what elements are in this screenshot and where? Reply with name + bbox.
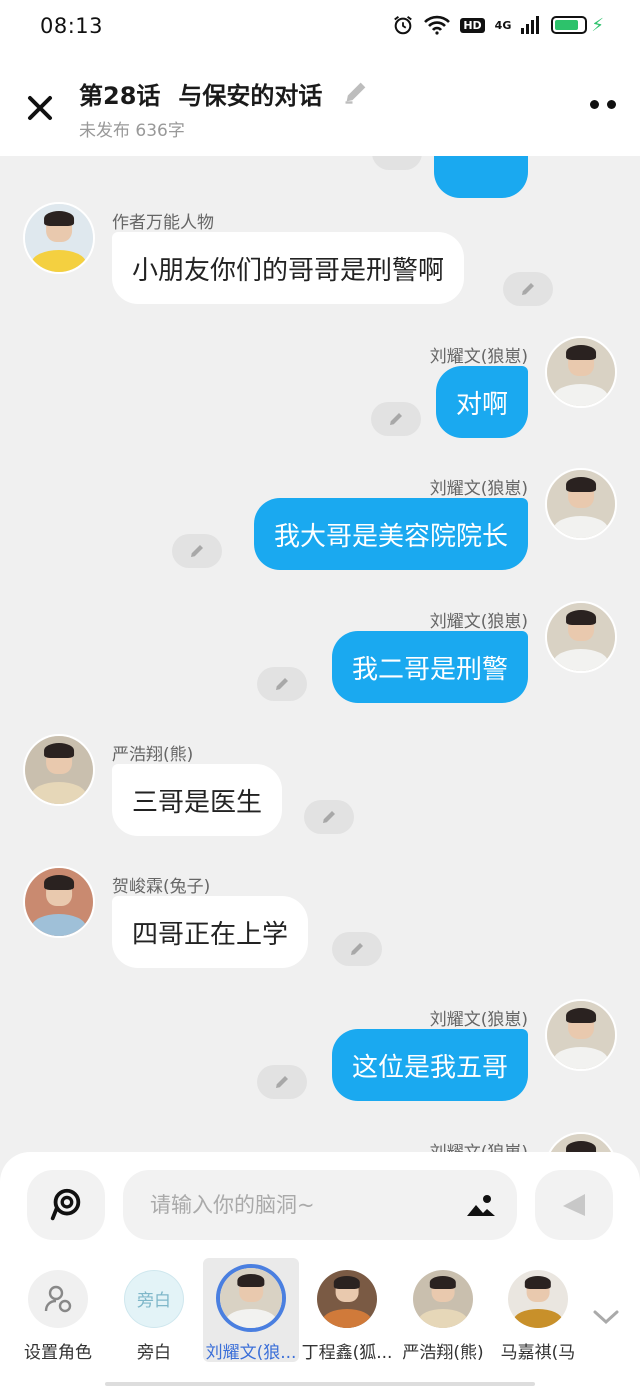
voice-button[interactable] bbox=[27, 1170, 105, 1240]
pencil-icon bbox=[522, 283, 534, 295]
user-settings-icon bbox=[44, 1285, 72, 1313]
avatar[interactable] bbox=[23, 202, 95, 274]
avatar[interactable] bbox=[545, 1132, 617, 1152]
sender-name: 作者万能人物 bbox=[112, 213, 214, 233]
sender-name: 刘耀文(狼崽) bbox=[429, 1010, 528, 1030]
battery-icon bbox=[551, 16, 588, 34]
pencil-icon bbox=[351, 943, 363, 955]
edit-title-button[interactable] bbox=[342, 78, 370, 110]
role-scrollbar[interactable] bbox=[105, 1382, 535, 1386]
sender-name: 刘耀文(狼崽) bbox=[429, 612, 528, 632]
sender-name: 严浩翔(熊) bbox=[112, 745, 194, 765]
edit-message-button[interactable] bbox=[257, 1065, 307, 1099]
edit-message-button[interactable] bbox=[332, 932, 382, 966]
composer-panel: 设置角色 旁白 旁白 刘耀文(狼... 丁程鑫(狐... 严浩翔(熊) bbox=[0, 1152, 640, 1387]
role-liu-yaowen[interactable]: 刘耀文(狼... bbox=[203, 1258, 299, 1362]
edit-message-button[interactable] bbox=[172, 534, 222, 568]
role-label: 丁程鑫(狐... bbox=[301, 1342, 393, 1362]
sender-name: 刘耀文(狼崽) bbox=[429, 347, 528, 367]
role-label: 严浩翔(熊) bbox=[402, 1342, 484, 1362]
more-dot bbox=[607, 100, 616, 109]
chat-bubble[interactable]: 这位是我五哥 bbox=[331, 1029, 528, 1101]
header: 第28话 与保安的对话 未发布 636字 bbox=[0, 56, 640, 156]
role-narrator[interactable]: 旁白 旁白 bbox=[106, 1258, 202, 1362]
episode-number: 第28话 bbox=[79, 82, 161, 110]
composer-input-box[interactable] bbox=[123, 1170, 517, 1240]
role-set-character[interactable]: 设置角色 bbox=[10, 1258, 106, 1362]
role-label: 马嘉祺(马 bbox=[500, 1342, 576, 1362]
role-selector: 设置角色 旁白 旁白 刘耀文(狼... 丁程鑫(狐... 严浩翔(熊) 马嘉祺(… bbox=[0, 1258, 640, 1368]
pencil-icon bbox=[345, 82, 366, 104]
sender-name: 贺峻霖(兔子) bbox=[112, 877, 211, 897]
sender-name: 刘耀文(狼崽) bbox=[429, 479, 528, 499]
status-icons: HD 4G ⚡ bbox=[392, 14, 604, 36]
image-button[interactable] bbox=[465, 1192, 497, 1224]
pencil-icon bbox=[276, 678, 288, 690]
role-avatar bbox=[508, 1270, 568, 1328]
role-ma-jiaqi[interactable]: 马嘉祺(马 bbox=[490, 1258, 586, 1362]
status-bar: 08:13 HD 4G ⚡ bbox=[0, 0, 640, 56]
avatar[interactable] bbox=[545, 601, 617, 673]
more-dot bbox=[590, 100, 599, 109]
role-avatar bbox=[216, 1264, 286, 1332]
publish-status: 未发布 636字 bbox=[79, 121, 185, 141]
role-avatar bbox=[317, 1270, 377, 1328]
expand-roles-button[interactable] bbox=[592, 1308, 620, 1330]
voice-icon bbox=[50, 1188, 81, 1221]
send-icon bbox=[563, 1194, 585, 1216]
wifi-icon bbox=[424, 15, 451, 35]
pencil-icon bbox=[276, 1076, 288, 1088]
hd-icon: HD bbox=[460, 17, 485, 33]
chat-bubble[interactable]: 三哥是医生 bbox=[112, 764, 283, 836]
edit-message-button[interactable] bbox=[371, 402, 421, 436]
chat-bubble-partial[interactable] bbox=[434, 156, 528, 198]
role-yan-haoxiang[interactable]: 严浩翔(熊) bbox=[395, 1258, 491, 1362]
pencil-icon bbox=[323, 811, 335, 823]
avatar[interactable] bbox=[545, 999, 617, 1071]
composer-input[interactable] bbox=[150, 1170, 450, 1240]
avatar[interactable] bbox=[23, 734, 95, 806]
alarm-icon bbox=[394, 15, 413, 35]
chevron-down-icon bbox=[593, 1310, 619, 1325]
chat-area[interactable]: 作者万能人物 小朋友你们的哥哥是刑警啊 刘耀文(狼崽) 对啊 刘耀文(狼崽) 我… bbox=[0, 156, 640, 1152]
pencil-icon bbox=[191, 545, 203, 557]
network-label: 4G bbox=[494, 18, 512, 32]
send-button[interactable] bbox=[535, 1170, 613, 1240]
sender-name: 刘耀文(狼崽) bbox=[430, 1138, 528, 1152]
avatar[interactable] bbox=[23, 866, 95, 938]
edit-message-button[interactable] bbox=[372, 156, 422, 170]
role-label: 刘耀文(狼... bbox=[205, 1342, 297, 1362]
role-avatar: 旁白 bbox=[124, 1270, 184, 1328]
chat-bubble[interactable]: 我二哥是刑警 bbox=[331, 631, 528, 703]
image-icon bbox=[467, 1195, 495, 1216]
page-title: 第28话 与保安的对话 bbox=[79, 76, 322, 111]
chat-bubble[interactable]: 四哥正在上学 bbox=[112, 896, 309, 968]
chat-bubble[interactable]: 小朋友你们的哥哥是刑警啊 bbox=[112, 232, 465, 304]
pencil-icon bbox=[390, 413, 402, 425]
role-label: 旁白 bbox=[137, 1342, 171, 1362]
role-avatar bbox=[413, 1270, 473, 1328]
role-ding-chengxin[interactable]: 丁程鑫(狐... bbox=[299, 1258, 395, 1362]
edit-message-button[interactable] bbox=[257, 667, 307, 701]
edit-message-button[interactable] bbox=[304, 800, 354, 834]
role-label: 设置角色 bbox=[24, 1342, 92, 1362]
avatar[interactable] bbox=[545, 468, 617, 540]
chat-bubble[interactable]: 我大哥是美容院院长 bbox=[253, 498, 528, 570]
signal-icon bbox=[521, 16, 540, 34]
close-icon bbox=[28, 96, 52, 120]
episode-title: 与保安的对话 bbox=[178, 82, 323, 110]
status-time: 08:13 bbox=[40, 14, 104, 38]
close-button[interactable] bbox=[20, 88, 60, 128]
edit-message-button[interactable] bbox=[503, 272, 553, 306]
chat-bubble[interactable]: 对啊 bbox=[435, 366, 528, 438]
charging-icon: ⚡ bbox=[591, 14, 604, 36]
more-button[interactable] bbox=[590, 100, 616, 109]
role-avatar bbox=[28, 1270, 88, 1328]
avatar[interactable] bbox=[545, 336, 617, 408]
